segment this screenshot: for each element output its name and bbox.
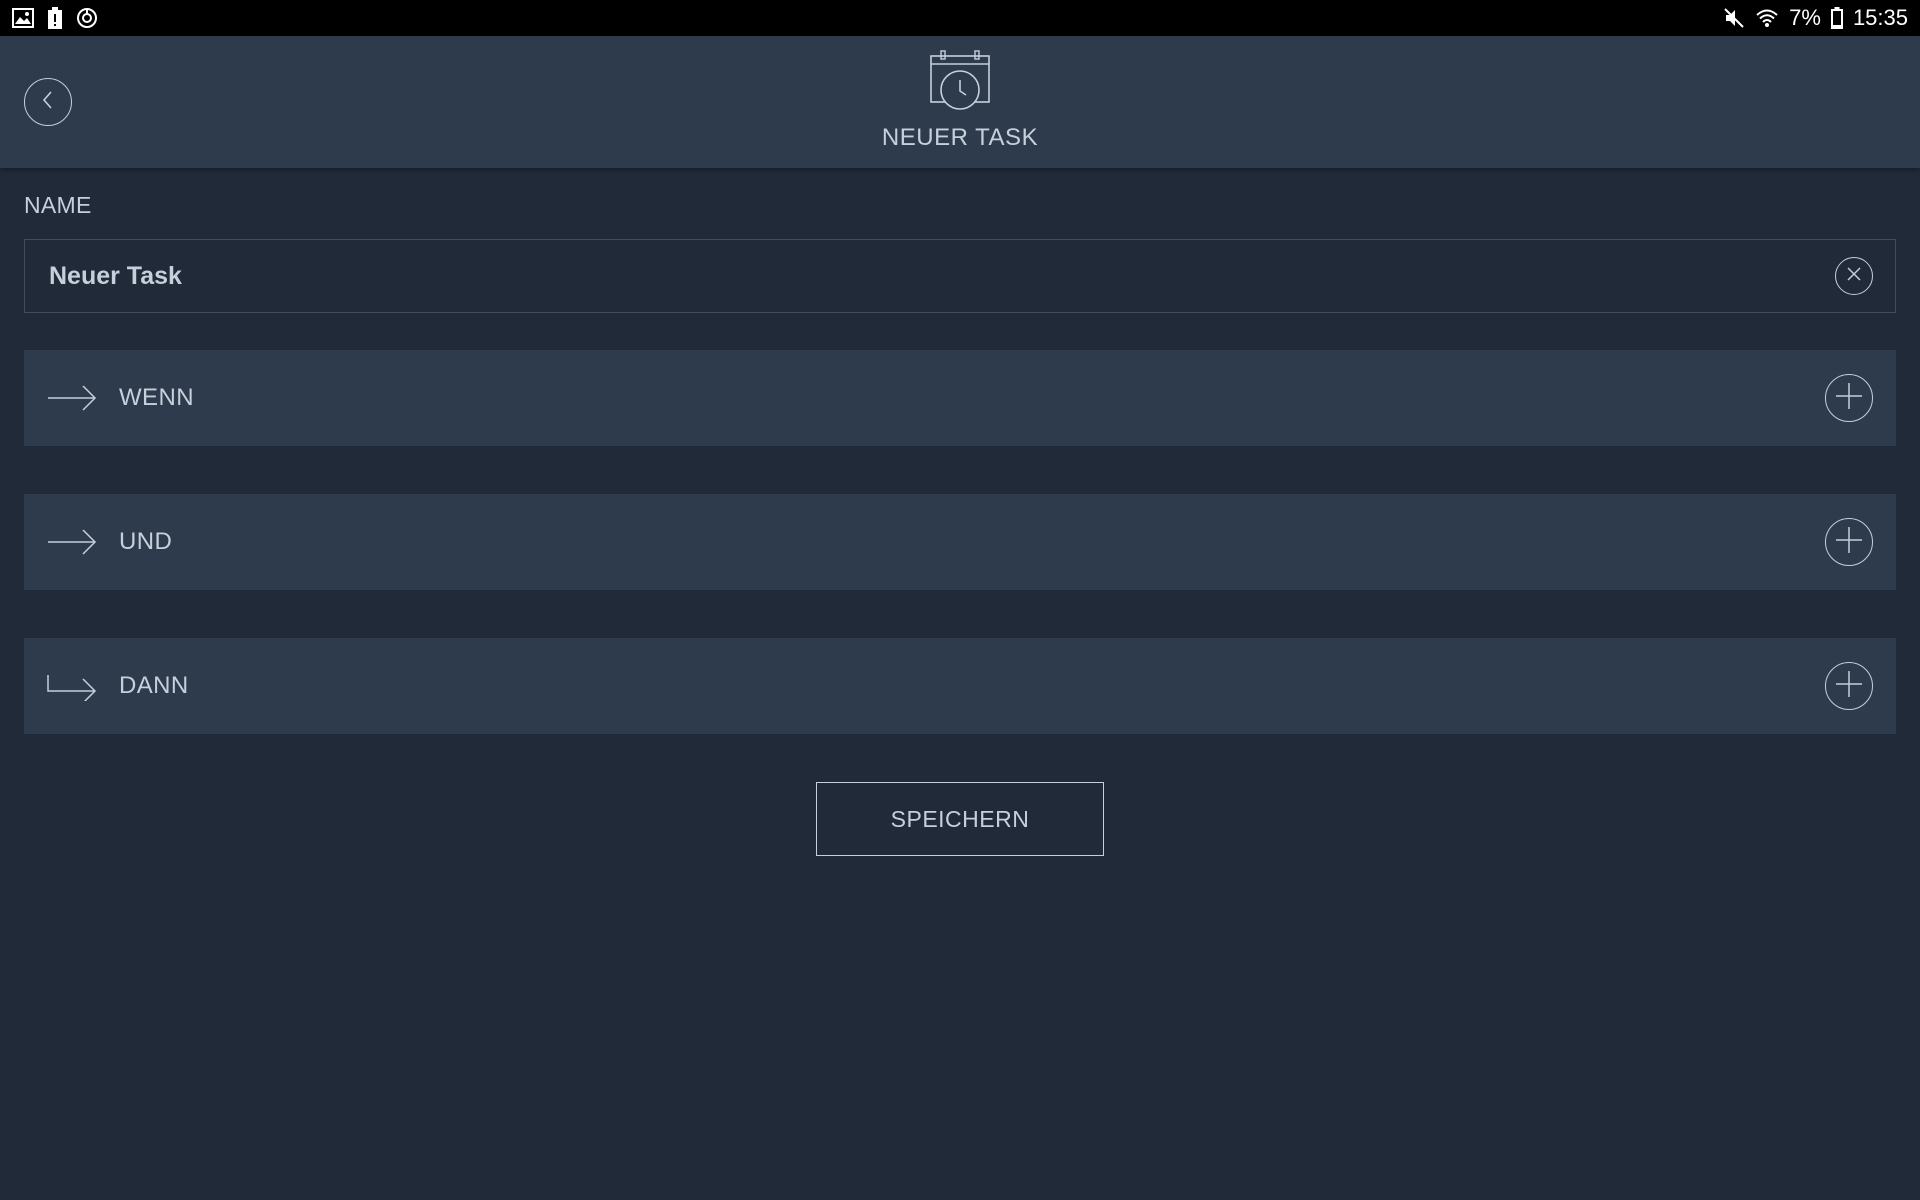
gallery-icon	[12, 8, 34, 28]
back-button[interactable]	[24, 78, 72, 126]
battery-icon	[1830, 7, 1843, 29]
status-bar-left	[12, 7, 98, 29]
add-dann-button[interactable]	[1825, 662, 1873, 710]
add-und-button[interactable]	[1825, 518, 1873, 566]
section-label: UND	[119, 528, 173, 555]
clear-button[interactable]	[1835, 257, 1873, 295]
section-und[interactable]: UND	[24, 494, 1896, 590]
wifi-icon	[1755, 8, 1779, 28]
section-wenn[interactable]: WENN	[24, 350, 1896, 446]
arrow-return-right-icon	[47, 671, 97, 701]
name-label: NAME	[24, 192, 92, 218]
chevron-left-icon	[39, 89, 57, 116]
status-bar-right: 7% 15:35	[1723, 5, 1908, 31]
page-title: NEUER TASK	[881, 124, 1039, 151]
mute-icon	[1723, 7, 1745, 29]
arrow-right-icon	[47, 383, 97, 413]
sync-icon	[76, 7, 98, 29]
arrow-right-icon	[47, 527, 97, 557]
close-icon	[1845, 265, 1863, 288]
plus-icon	[1835, 670, 1863, 703]
section-label: DANN	[119, 672, 189, 699]
plus-icon	[1835, 526, 1863, 559]
battery-alert-icon	[48, 7, 62, 29]
battery-percent: 7%	[1789, 5, 1821, 30]
status-bar: 7% 15:35	[0, 0, 1920, 36]
save-button[interactable]: SPEICHERN	[816, 782, 1104, 856]
clock: 15:35	[1852, 5, 1908, 30]
app-header: NEUER TASK	[0, 36, 1920, 168]
name-field	[24, 239, 1896, 313]
add-wenn-button[interactable]	[1825, 374, 1873, 422]
section-dann[interactable]: DANN	[24, 638, 1896, 734]
plus-icon	[1835, 382, 1863, 415]
calendar-clock-icon	[928, 50, 992, 112]
section-label: WENN	[119, 384, 194, 411]
name-input[interactable]	[25, 240, 1835, 312]
